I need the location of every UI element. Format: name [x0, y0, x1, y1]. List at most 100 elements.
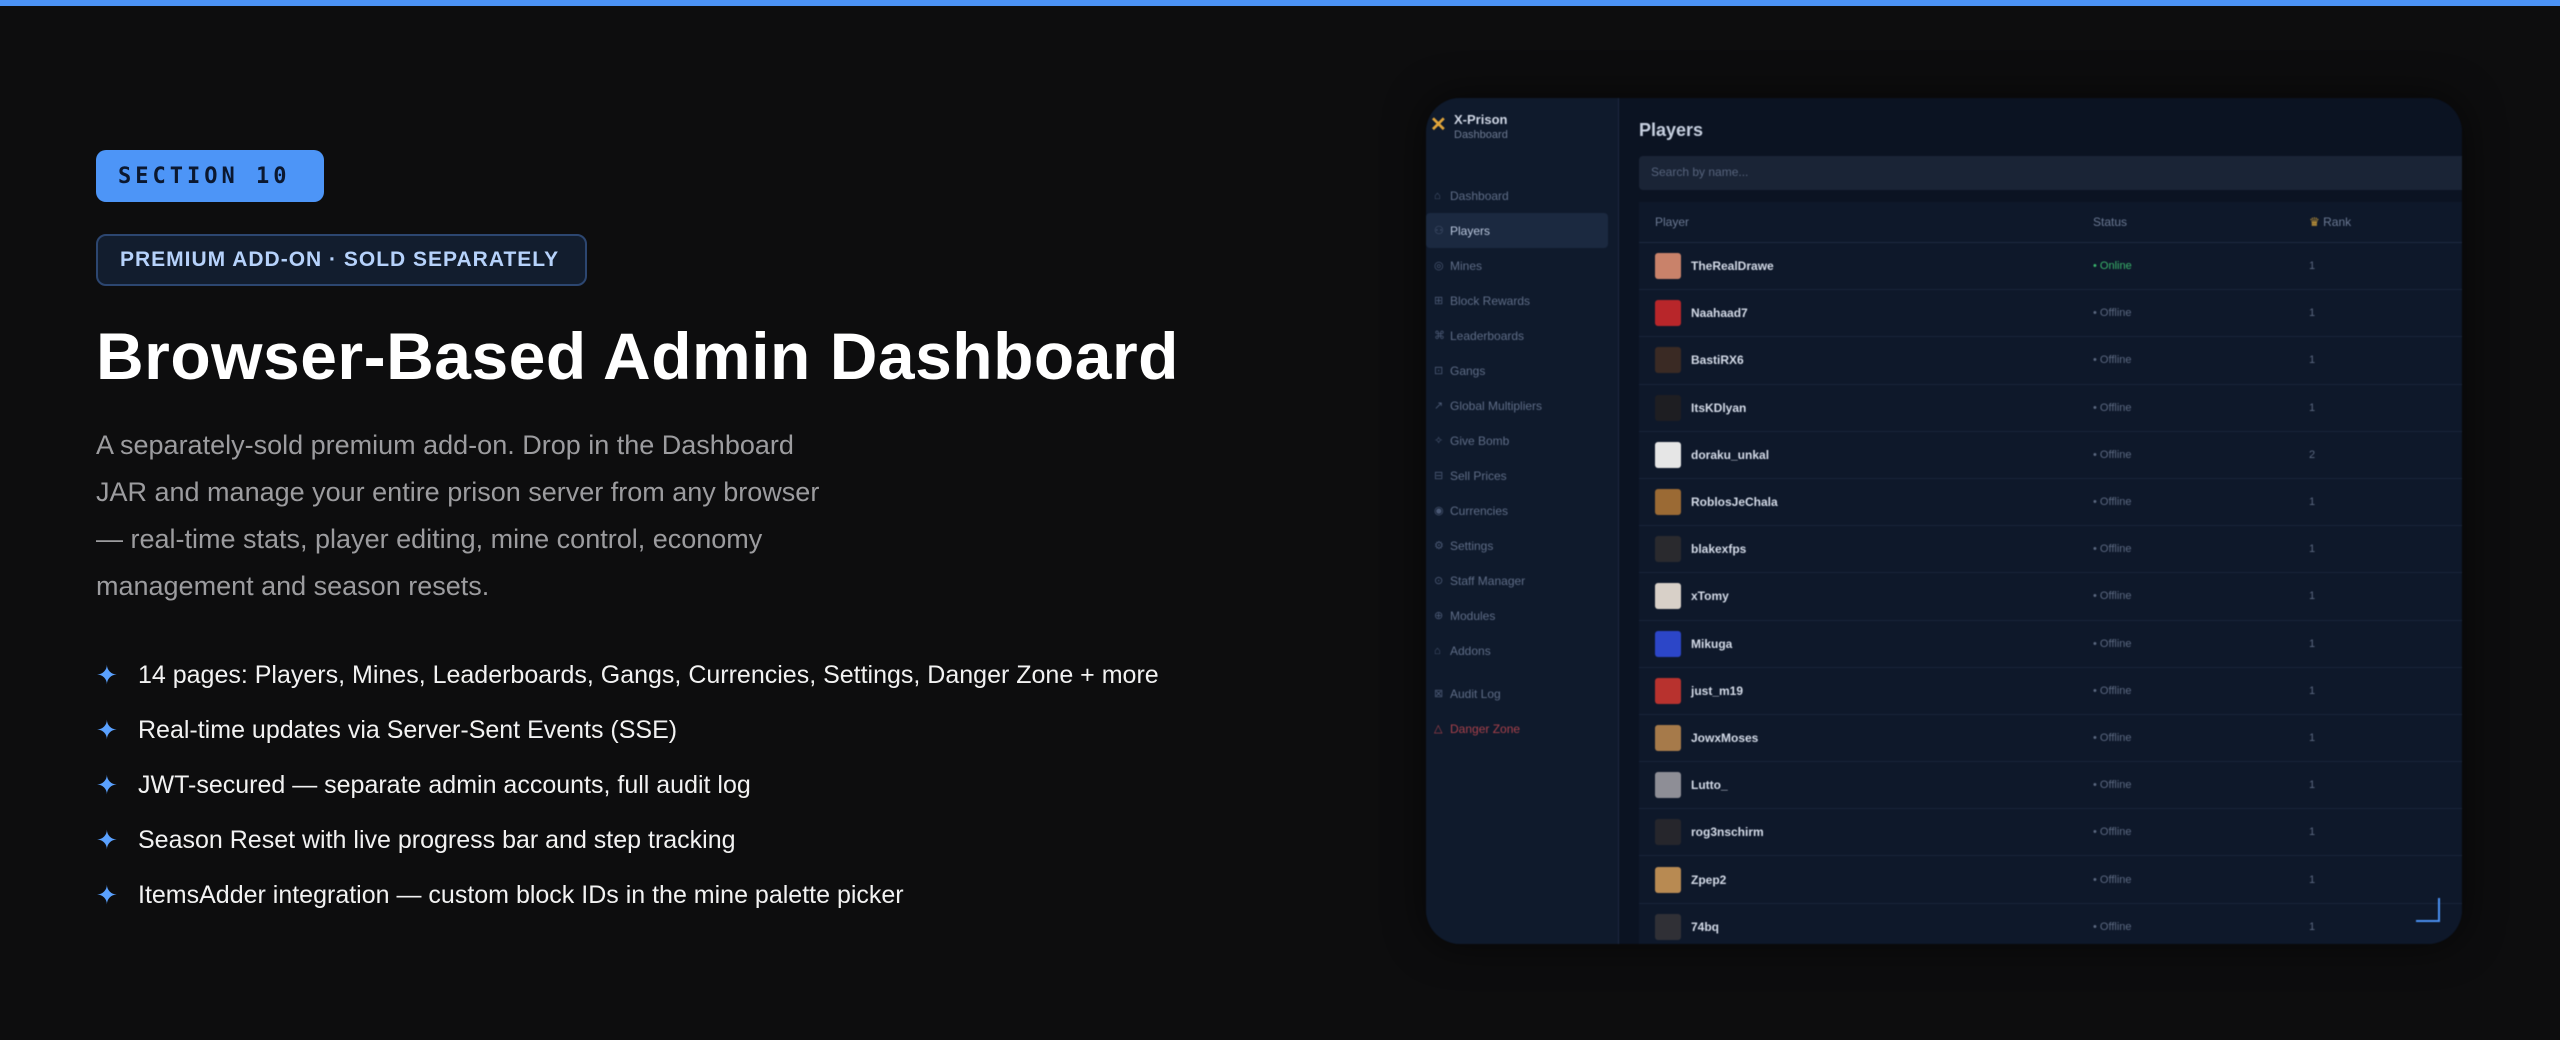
- avatar: [1655, 819, 1681, 846]
- table-row[interactable]: rog3nschirm • Offline 1: [1639, 809, 2462, 857]
- description-line: management and season resets.: [96, 571, 490, 601]
- status-badge: • Offline: [2093, 873, 2132, 886]
- table-row[interactable]: Zpep2 • Offline 1: [1639, 856, 2462, 904]
- table-row[interactable]: BastiRX6 • Offline 1: [1639, 337, 2462, 385]
- rank-cell: 1: [2309, 826, 2316, 839]
- rank-cell: 1: [2309, 684, 2316, 697]
- status-badge: • Offline: [2093, 496, 2132, 509]
- table-row[interactable]: Lutto_ • Offline 1: [1639, 762, 2462, 810]
- sidebar-item-mines[interactable]: ◎ Mines: [1426, 248, 1618, 283]
- sidebar-item-currencies[interactable]: ◉ Currencies: [1426, 493, 1618, 528]
- sidebar-item-modules[interactable]: ⊕ Modules: [1426, 598, 1618, 633]
- avatar: [1655, 536, 1681, 563]
- status-badge: • Online: [2093, 260, 2132, 273]
- sidebar-item-dashboard[interactable]: ⌂ Dashboard: [1426, 178, 1618, 213]
- shield-icon: ⊡: [1434, 365, 1444, 377]
- sidebar-item-addons[interactable]: ⌂ Addons: [1426, 633, 1618, 668]
- player-name: 74bq: [1691, 919, 1720, 934]
- sidebar-item-label: Danger Zone: [1450, 721, 1521, 736]
- avatar: [1655, 253, 1681, 280]
- player-cell: RoblosJeChala: [1639, 489, 2093, 516]
- sidebar-item-label: Give Bomb: [1450, 433, 1510, 448]
- column-status[interactable]: Status: [2093, 215, 2309, 229]
- table-row[interactable]: just_m19 • Offline 1: [1639, 668, 2462, 715]
- sidebar-item-players[interactable]: ⚇ Players: [1426, 213, 1608, 248]
- sidebar-item-label: Players: [1450, 223, 1491, 238]
- feature-text: JWT-secured — separate admin accounts, f…: [138, 771, 751, 799]
- column-rank[interactable]: ♛ Rank: [2309, 215, 2429, 229]
- feature-text: 14 pages: Players, Mines, Leaderboards, …: [138, 661, 1159, 689]
- table-row[interactable]: blakexfps • Offline 1: [1639, 526, 2462, 574]
- player-name: ItsKDlyan: [1691, 400, 1747, 415]
- table-row[interactable]: JowxMoses • Offline 1: [1639, 715, 2462, 763]
- sidebar-item-label: Staff Manager: [1450, 573, 1526, 588]
- trophy-icon: ⌘: [1434, 330, 1445, 342]
- feature-item: ✦ Season Reset with live progress bar and…: [96, 813, 1336, 868]
- player-cell: Lutto_: [1639, 772, 2093, 799]
- sidebar-item-label: Block Rewards: [1450, 293, 1531, 308]
- player-cell: ItsKDlyan: [1639, 394, 2093, 421]
- table-row[interactable]: 74bq • Offline 1: [1639, 904, 2462, 944]
- table-row[interactable]: TheRealDrawe • Online 1: [1639, 243, 2462, 291]
- avatar: [1655, 677, 1681, 704]
- description: A separately-sold premium add-on. Drop i…: [96, 422, 876, 610]
- rank-cell: 1: [2309, 731, 2316, 744]
- table-row[interactable]: xTomy • Offline 1: [1639, 573, 2462, 621]
- sparkle-icon: ✦: [96, 880, 118, 910]
- sparkle-icon: ✦: [96, 825, 118, 855]
- x-logo-icon: ✕: [1430, 114, 1447, 136]
- status-badge: • Offline: [2093, 543, 2132, 556]
- player-cell: just_m19: [1639, 677, 2093, 704]
- table-row[interactable]: Naahaad7 • Offline 1: [1639, 290, 2462, 338]
- sidebar-item-block-rewards[interactable]: ⊞ Block Rewards: [1426, 283, 1618, 318]
- top-accent-bar: [0, 0, 2560, 6]
- status-badge: • Offline: [2093, 590, 2132, 603]
- player-name: Lutto_: [1691, 778, 1728, 793]
- player-name: xTomy: [1691, 589, 1729, 604]
- gear-icon: ⚙: [1434, 540, 1444, 552]
- avatar: [1655, 583, 1681, 610]
- table-row[interactable]: RoblosJeChala • Offline 1: [1639, 479, 2462, 527]
- player-name: BastiRX6: [1691, 353, 1744, 368]
- avatar: [1655, 394, 1681, 421]
- column-rank-label: Rank: [2323, 215, 2352, 229]
- sparkle-icon: ✦: [96, 715, 118, 745]
- table-row[interactable]: doraku_unkal • Offline 2: [1639, 432, 2462, 479]
- sidebar-item-staff-manager[interactable]: ⊙ Staff Manager: [1426, 563, 1618, 598]
- status-badge: • Offline: [2093, 826, 2132, 839]
- sidebar-item-danger-zone[interactable]: △ Danger Zone: [1426, 711, 1618, 746]
- rank-cell: 1: [2309, 920, 2316, 933]
- sidebar-item-settings[interactable]: ⚙ Settings: [1426, 528, 1618, 563]
- player-cell: Naahaad7: [1639, 300, 2093, 327]
- feature-text: Real-time updates via Server-Sent Events…: [138, 716, 678, 744]
- sidebar-item-audit-log[interactable]: ⊠ Audit Log: [1426, 676, 1618, 711]
- status-badge: • Offline: [2093, 920, 2132, 933]
- sidebar-item-leaderboards[interactable]: ⌘ Leaderboards: [1426, 318, 1618, 353]
- sidebar-item-sell-prices[interactable]: ⊟ Sell Prices: [1426, 458, 1618, 493]
- search-placeholder: Search by name...: [1651, 165, 1749, 179]
- sparkle-icon: ✦: [96, 770, 118, 800]
- column-player[interactable]: Player: [1639, 215, 2093, 229]
- sidebar-item-label: Addons: [1450, 643, 1491, 658]
- table-row[interactable]: Mikuga • Offline 1: [1639, 621, 2462, 668]
- player-cell: Zpep2: [1639, 866, 2093, 893]
- player-cell: Mikuga: [1639, 630, 2093, 657]
- player-name: TheRealDrawe: [1691, 259, 1774, 274]
- sidebar-item-label: Currencies: [1450, 503, 1509, 518]
- player-name: RoblosJeChala: [1691, 495, 1778, 510]
- rank-cell: 1: [2309, 779, 2316, 792]
- player-search-input[interactable]: Search by name...: [1639, 156, 2462, 190]
- sidebar-item-gangs[interactable]: ⊡ Gangs: [1426, 353, 1618, 388]
- table-row[interactable]: ItsKDlyan • Offline 1: [1639, 385, 2462, 432]
- rank-cell: 1: [2309, 260, 2316, 273]
- crown-icon: ♛: [2309, 215, 2320, 229]
- sidebar-item-label: Dashboard: [1450, 188, 1509, 203]
- rank-cell: 1: [2309, 354, 2316, 367]
- brand-subtitle: Dashboard: [1454, 129, 1508, 141]
- sidebar-item-give-bomb[interactable]: ✧ Give Bomb: [1426, 423, 1618, 458]
- status-badge: • Offline: [2093, 731, 2132, 744]
- sparkle-icon: ✦: [96, 660, 118, 690]
- sidebar-item-label: Audit Log: [1450, 686, 1501, 701]
- sidebar-item-global-multipliers[interactable]: ↗ Global Multipliers: [1426, 388, 1618, 423]
- sidebar-item-label: Modules: [1450, 608, 1496, 623]
